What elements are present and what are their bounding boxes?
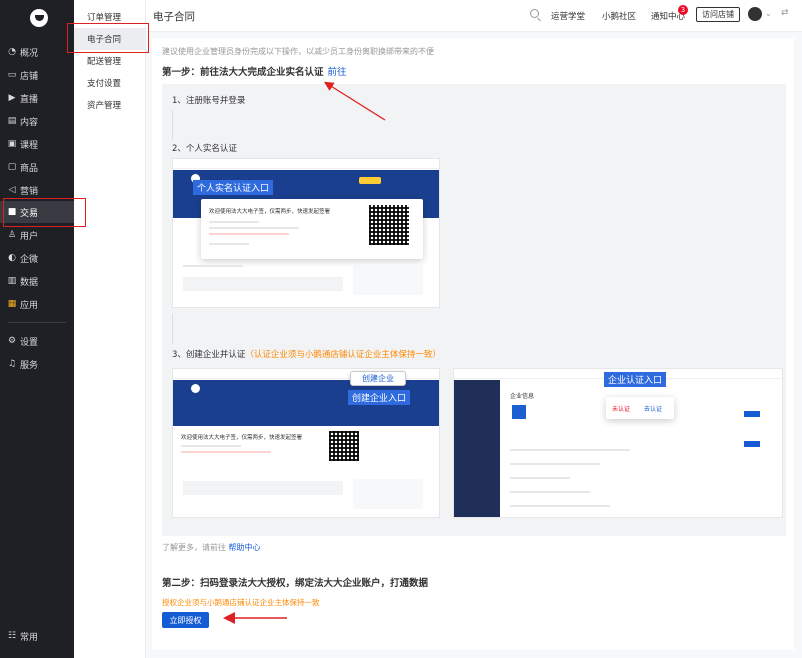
annotation-arrows (223, 81, 386, 624)
arrow-to-go-link (323, 81, 386, 121)
